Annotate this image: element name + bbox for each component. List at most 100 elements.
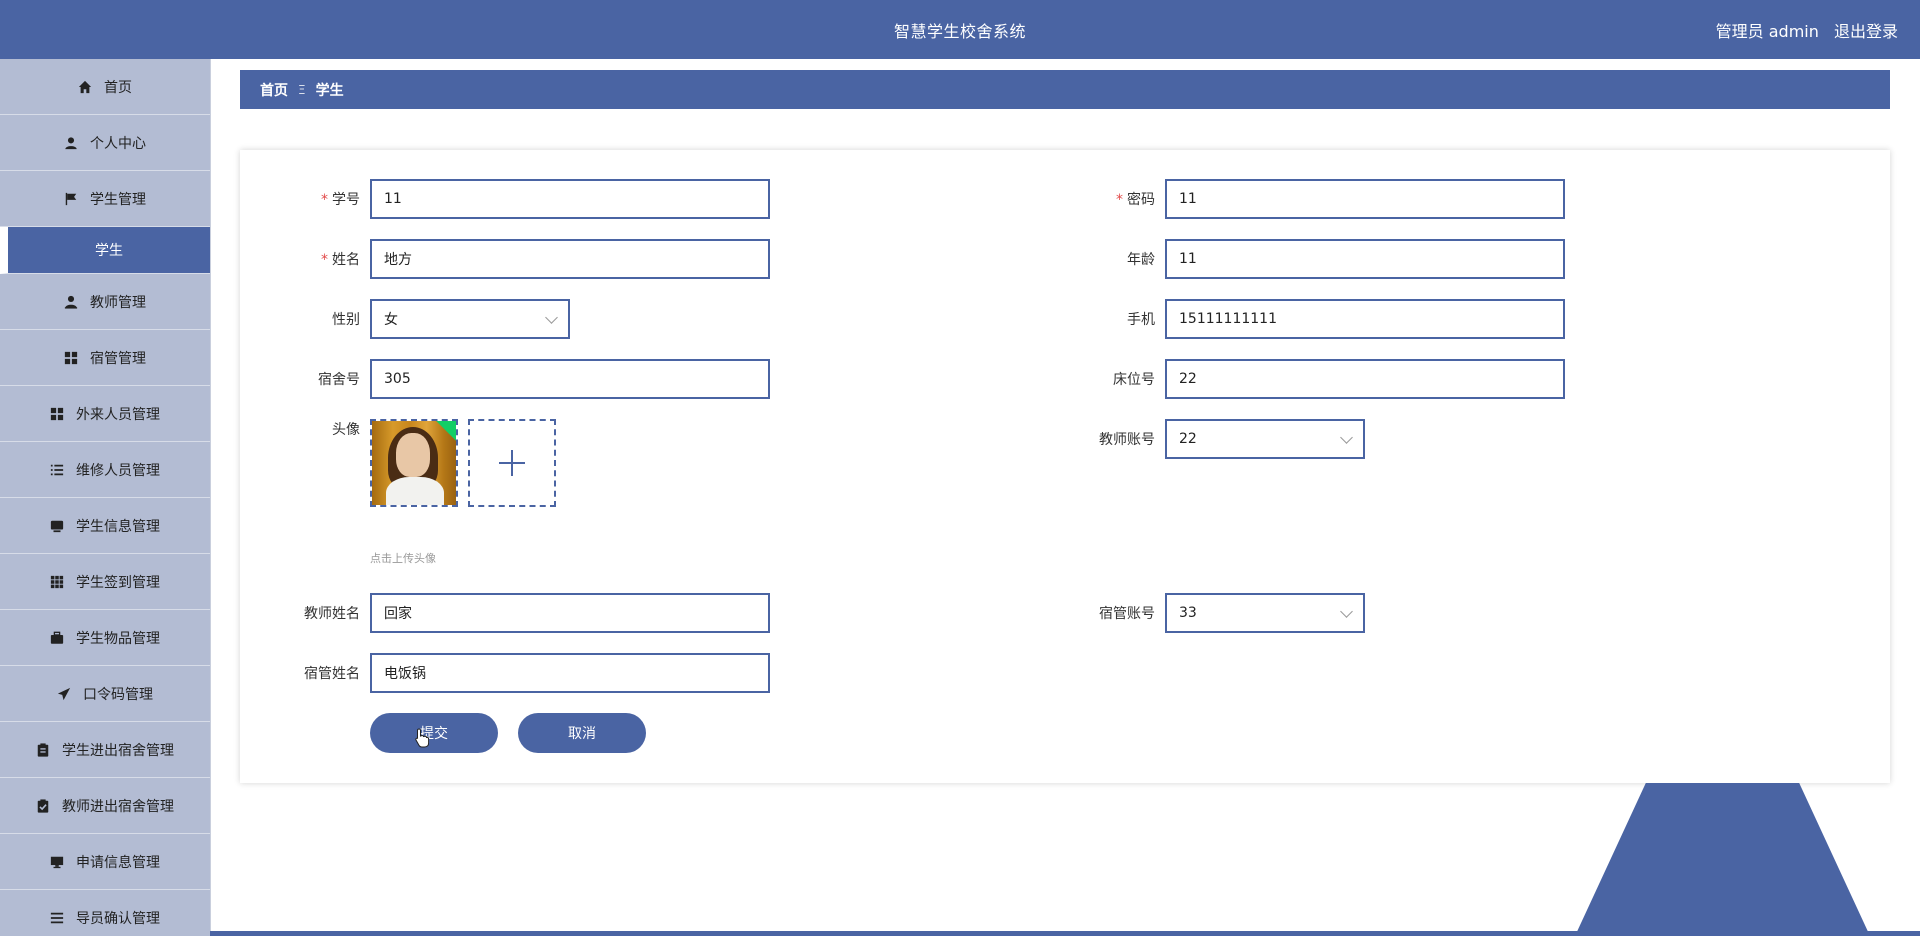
bottom-accent-line xyxy=(210,931,1920,936)
field-manager-name: 宿管姓名 电饭锅 xyxy=(250,653,770,693)
field-label: 年龄 xyxy=(1127,252,1155,268)
user-role: 管理员 admin xyxy=(1715,22,1819,41)
manager-name-input[interactable]: 电饭锅 xyxy=(370,653,770,693)
sidebar-item-passcode-mgmt[interactable]: 口令码管理 xyxy=(0,666,210,722)
gender-value: 女 xyxy=(384,312,398,328)
sidebar-item-student-mgmt[interactable]: 学生管理 xyxy=(0,171,210,227)
sidebar-item-label: 导员确认管理 xyxy=(76,910,160,927)
inbox-icon xyxy=(50,520,64,532)
manager-account-select[interactable]: 33 xyxy=(1165,593,1365,633)
field-manager-account: 宿管账号 33 xyxy=(1045,593,1365,633)
field-label: 手机 xyxy=(1127,312,1155,328)
student-id-input[interactable]: 11 xyxy=(370,179,770,219)
list-icon xyxy=(50,464,64,475)
submit-button[interactable]: 提交 xyxy=(370,713,498,753)
cancel-button[interactable]: 取消 xyxy=(518,713,646,753)
phone-input[interactable]: 15111111111 xyxy=(1165,299,1565,339)
field-label: 头像 xyxy=(332,422,360,438)
avatar-upload-hint: 点击上传头像 xyxy=(370,552,436,565)
field-avatar: 头像 xyxy=(250,419,370,439)
manager-account-value: 33 xyxy=(1179,605,1197,621)
field-name: * 姓名 地方 xyxy=(250,239,770,279)
breadcrumb-home[interactable]: 首页 xyxy=(260,80,288,100)
home-icon xyxy=(78,80,92,93)
logout-link[interactable]: 退出登录 xyxy=(1834,22,1898,41)
field-student-id: * 学号 11 xyxy=(250,179,770,219)
briefcase-icon xyxy=(50,631,64,644)
sidebar-item-label: 学生签到管理 xyxy=(76,574,160,591)
chevron-down-icon xyxy=(1340,604,1353,618)
breadcrumb-current: 学生 xyxy=(315,82,344,99)
sidebar-item-teacher-access-mgmt[interactable]: 教师进出宿舍管理 xyxy=(0,778,210,834)
avatar-upload-button[interactable] xyxy=(468,419,556,507)
sidebar-item-teacher-mgmt[interactable]: 教师管理 xyxy=(0,274,210,330)
sidebar-item-label: 申请信息管理 xyxy=(76,854,160,871)
send-icon xyxy=(57,687,71,700)
field-teacher-name: 教师姓名 回家 xyxy=(250,593,770,633)
sidebar-item-label: 教师进出宿舍管理 xyxy=(62,798,174,815)
grid-icon xyxy=(64,351,78,364)
decorative-triangle xyxy=(1575,783,1870,936)
menu-icon xyxy=(50,912,64,923)
sidebar-item-label: 口令码管理 xyxy=(83,686,153,703)
teacher-account-select[interactable]: 22 xyxy=(1165,419,1365,459)
clipboard-check-icon xyxy=(37,798,49,813)
teacher-icon xyxy=(64,295,78,309)
plus-icon xyxy=(499,450,525,476)
field-password: * 密码 11 xyxy=(1045,179,1565,219)
sidebar-item-items-mgmt[interactable]: 学生物品管理 xyxy=(0,610,210,666)
required-mark: * xyxy=(1116,192,1123,208)
sidebar-item-label: 教师管理 xyxy=(90,294,146,311)
field-dorm: 宿舍号 305 xyxy=(250,359,770,399)
field-label: * 学号 xyxy=(321,192,360,208)
sidebar-item-label: 学生进出宿舍管理 xyxy=(62,742,174,759)
sidebar-item-label: 学生 xyxy=(95,243,123,259)
chevron-down-icon xyxy=(545,310,558,324)
avatar-face xyxy=(396,433,430,477)
sidebar-item-student[interactable]: 学生 xyxy=(0,227,210,274)
field-label: 性别 xyxy=(332,312,360,328)
field-label: 宿管姓名 xyxy=(304,666,360,682)
sidebar: 首页 个人中心 学生管理 学生 教师管理 宿管管理 外来人员管理 维修人员管理 … xyxy=(0,59,211,936)
sidebar-item-student-access-mgmt[interactable]: 学生进出宿舍管理 xyxy=(0,722,210,778)
name-input[interactable]: 地方 xyxy=(370,239,770,279)
field-label: 宿舍号 xyxy=(318,372,360,388)
user-icon xyxy=(65,136,77,149)
monitor-icon xyxy=(50,856,64,868)
age-input[interactable]: 11 xyxy=(1165,239,1565,279)
sidebar-item-student-info-mgmt[interactable]: 学生信息管理 xyxy=(0,498,210,554)
sidebar-item-repair-mgmt[interactable]: 维修人员管理 xyxy=(0,442,210,498)
required-mark: * xyxy=(321,192,328,208)
sidebar-item-profile[interactable]: 个人中心 xyxy=(0,115,210,171)
sidebar-item-visitor-mgmt[interactable]: 外来人员管理 xyxy=(0,386,210,442)
sidebar-item-home[interactable]: 首页 xyxy=(0,59,210,115)
password-input[interactable]: 11 xyxy=(1165,179,1565,219)
teacher-name-input[interactable]: 回家 xyxy=(370,593,770,633)
field-label: 教师账号 xyxy=(1099,432,1155,448)
grid-icon xyxy=(50,407,64,420)
apps-icon xyxy=(50,575,64,588)
sidebar-item-label: 首页 xyxy=(104,79,132,96)
breadcrumb-separator: Ξ xyxy=(298,82,306,97)
sidebar-item-label: 外来人员管理 xyxy=(76,406,160,423)
sidebar-item-application-mgmt[interactable]: 申请信息管理 xyxy=(0,834,210,890)
breadcrumb: 首页 Ξ 学生 xyxy=(240,70,1890,109)
sidebar-item-label: 维修人员管理 xyxy=(76,462,160,479)
sidebar-item-checkin-mgmt[interactable]: 学生签到管理 xyxy=(0,554,210,610)
avatar-thumbnail[interactable] xyxy=(370,419,458,507)
gender-select[interactable]: 女 xyxy=(370,299,570,339)
student-form-card: * 学号 11 * 密码 11 * 姓名 地方 年龄 11 性别 女 手机 15111… xyxy=(240,150,1890,783)
hand-cursor-icon xyxy=(415,728,429,748)
user-area: 管理员 admin 退出登录 xyxy=(1706,18,1898,42)
field-gender: 性别 女 xyxy=(250,299,570,339)
bed-input[interactable]: 22 xyxy=(1165,359,1565,399)
field-age: 年龄 11 xyxy=(1045,239,1565,279)
sidebar-item-counselor-confirm-mgmt[interactable]: 导员确认管理 xyxy=(0,890,210,936)
field-label: 教师姓名 xyxy=(304,606,360,622)
required-mark: * xyxy=(321,252,328,268)
dorm-input[interactable]: 305 xyxy=(370,359,770,399)
teacher-account-value: 22 xyxy=(1179,431,1197,447)
app-title: 智慧学生校舍系统 xyxy=(893,22,1026,41)
sidebar-item-dorm-manager-mgmt[interactable]: 宿管管理 xyxy=(0,330,210,386)
flag-icon xyxy=(65,192,77,205)
